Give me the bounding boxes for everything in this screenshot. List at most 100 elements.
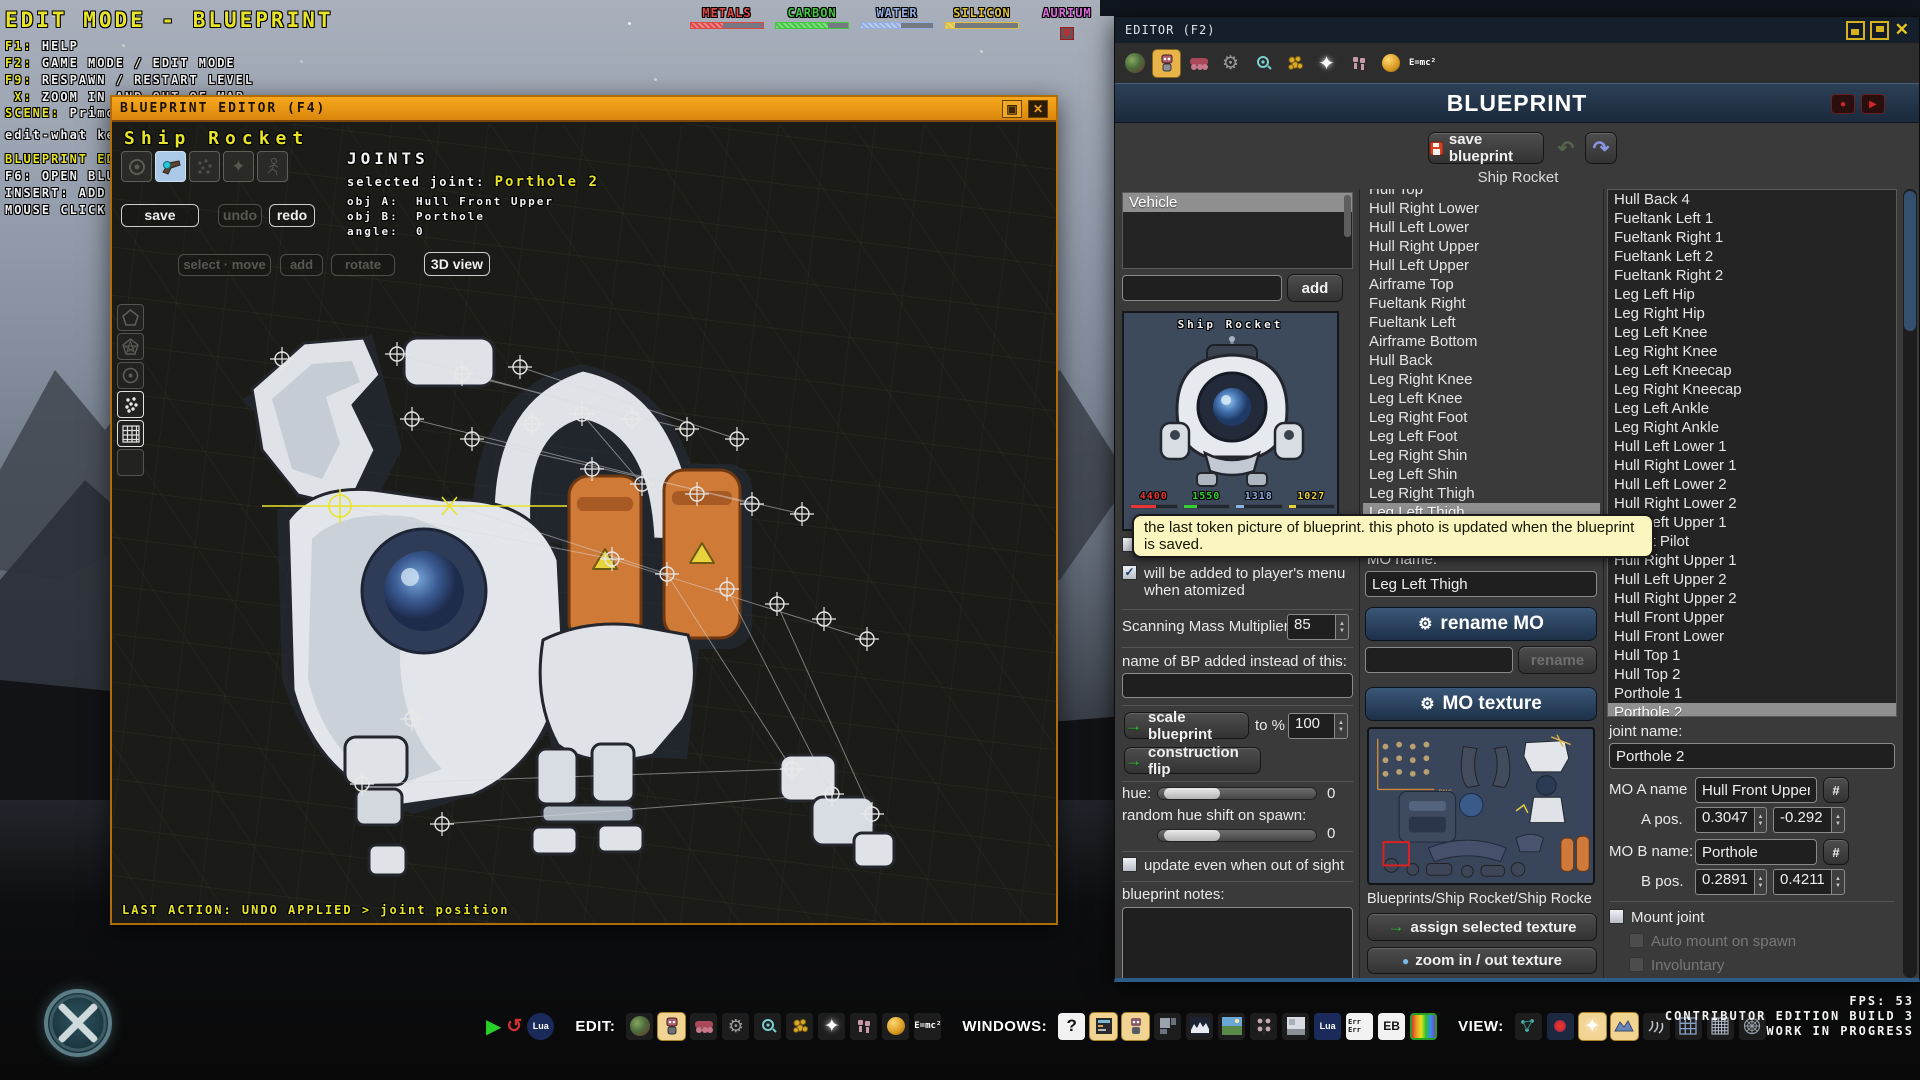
scanning-mass-stepper[interactable]: 85▲▼ [1287, 614, 1349, 640]
list-item[interactable]: Hull Right Lower [1363, 199, 1600, 218]
list-item[interactable]: Leg Left Knee [1608, 323, 1896, 342]
scale-blueprint-button[interactable]: →scale blueprint [1124, 712, 1249, 739]
atomized-checkbox-row[interactable]: ✓ will be added to player's menu when at… [1122, 565, 1352, 599]
list-item[interactable]: Hull Right Upper [1363, 237, 1600, 256]
listbox-scrollbar[interactable] [1344, 195, 1351, 237]
list-item[interactable]: Porthole 1 [1608, 684, 1896, 703]
tool-particles-icon[interactable] [189, 151, 220, 182]
close-icon[interactable]: ✕ [1895, 20, 1909, 40]
restore-icon[interactable]: ▣ [1002, 100, 1022, 118]
tool-joint-arm-icon[interactable] [155, 151, 186, 182]
scrollbar-thumb[interactable] [1904, 191, 1916, 331]
view-terrain-icon[interactable] [1611, 1013, 1638, 1040]
list-item[interactable]: Leg Right Knee [1608, 342, 1896, 361]
view-nodes-icon[interactable] [1515, 1013, 1542, 1040]
undo-button[interactable]: undo [218, 204, 262, 227]
list-item[interactable]: Leg Left Foot [1363, 427, 1600, 446]
list-item[interactable]: Hull Right Lower 1 [1608, 456, 1896, 475]
rename-mo-header[interactable]: ⚙rename MO [1365, 607, 1597, 641]
mo-b-hash-button[interactable]: # [1823, 839, 1849, 865]
burst-icon[interactable]: ✦ [1313, 50, 1340, 77]
dither-window-icon[interactable] [1282, 1013, 1309, 1040]
a-pos-x-stepper[interactable]: 0.3047▲▼ [1695, 807, 1767, 833]
zoom-texture-button[interactable]: ●zoom in / out texture [1367, 947, 1597, 974]
maximize-icon[interactable] [1870, 21, 1889, 40]
planet-icon[interactable] [1121, 50, 1148, 77]
gear-icon[interactable]: ⚙ [1217, 50, 1244, 77]
involuntary-row[interactable]: Involuntary [1629, 957, 1724, 974]
minimize-icon[interactable] [1846, 21, 1865, 40]
list-item[interactable]: Fueltank Left 1 [1608, 209, 1896, 228]
checkbox-icon[interactable] [1122, 857, 1137, 872]
list-item[interactable]: Vehicle [1123, 193, 1352, 212]
gold-icon[interactable] [1281, 50, 1308, 77]
edit-planet-icon[interactable] [626, 1013, 653, 1040]
mo-name-input[interactable] [1365, 571, 1597, 597]
lua-window-icon[interactable]: Lua [1314, 1013, 1341, 1040]
blueprint-notes-textarea[interactable] [1122, 907, 1353, 978]
update-out-of-sight-row[interactable]: update even when out of sight [1122, 857, 1357, 874]
mo-a-input[interactable] [1695, 777, 1817, 803]
save-blueprint-button[interactable]: save blueprint [1428, 132, 1544, 164]
tool-burst-icon[interactable]: ✦ [223, 151, 254, 182]
list-item[interactable]: Leg Right Foot [1363, 408, 1600, 427]
list-item[interactable]: Leg Left Kneecap [1608, 361, 1896, 380]
list-item[interactable]: Hull Front Lower [1608, 627, 1896, 646]
play-icon[interactable]: ▶ [486, 1014, 501, 1039]
orb-icon[interactable] [1377, 50, 1404, 77]
list-item[interactable]: Hull Top [1363, 189, 1600, 199]
list-item[interactable]: Leg Right Hip [1608, 304, 1896, 323]
faction-emblem[interactable] [44, 989, 112, 1057]
list-item[interactable]: Hull Right Lower 2 [1608, 494, 1896, 513]
edit-orb-icon[interactable] [882, 1013, 909, 1040]
texture-atlas-preview[interactable]: PNG [1367, 727, 1595, 885]
list-item[interactable]: Hull Left Lower 1 [1608, 437, 1896, 456]
mount-joint-row[interactable]: Mount joint [1609, 909, 1704, 926]
construction-flip-button[interactable]: →construction flip [1124, 747, 1261, 774]
group-listbox[interactable]: Vehicle [1122, 192, 1353, 269]
list-item[interactable]: Fueltank Left [1363, 313, 1600, 332]
list-item[interactable]: Leg Left Knee [1363, 389, 1600, 408]
mo-a-hash-button[interactable]: # [1823, 777, 1849, 803]
list-item[interactable]: Fueltank Right 2 [1608, 266, 1896, 285]
blueprint-editor-titlebar[interactable]: BLUEPRINT EDITOR (F4) ▣ ✕ [112, 97, 1056, 122]
checkbox-icon[interactable] [1609, 909, 1624, 924]
redo-button[interactable]: redo [269, 204, 315, 227]
undo-blueprint-icon[interactable]: ↶ [1551, 132, 1581, 164]
edit-node-icon[interactable] [754, 1013, 781, 1040]
joint-listbox[interactable]: Hull Back 4Fueltank Left 1 Fueltank Right… [1607, 189, 1897, 717]
robot-window-icon[interactable] [1122, 1013, 1149, 1040]
lua-icon[interactable]: Lua [527, 1013, 554, 1040]
save-button[interactable]: save [121, 204, 199, 227]
joint-name-input[interactable] [1609, 743, 1895, 769]
list-item[interactable]: Hull Left Lower [1363, 218, 1600, 237]
help-window-icon[interactable]: ? [1058, 1013, 1085, 1040]
mo-b-input[interactable] [1695, 839, 1817, 865]
list-item[interactable]: Leg Right Kneecap [1608, 380, 1896, 399]
list-item[interactable]: Leg Left Shin [1363, 465, 1600, 484]
auto-mount-row[interactable]: Auto mount on spawn [1629, 933, 1796, 950]
b-pos-x-stepper[interactable]: 0.2891▲▼ [1695, 869, 1767, 895]
rename-input[interactable] [1365, 647, 1513, 673]
scale-pct-stepper[interactable]: 100▲▼ [1288, 713, 1348, 739]
list-item[interactable]: Leg Left Ankle [1608, 399, 1896, 418]
edit-rover-icon[interactable] [690, 1013, 717, 1040]
list-item[interactable]: Hull Top 2 [1608, 665, 1896, 684]
record-icon[interactable]: ● [1831, 94, 1855, 114]
add-group-button[interactable]: add [1287, 274, 1343, 302]
list-item[interactable]: Hull Left Upper [1363, 256, 1600, 275]
rover-icon[interactable] [1185, 50, 1212, 77]
mo-texture-header[interactable]: ⚙MO texture [1365, 687, 1597, 721]
list-item[interactable]: Hull Front Upper [1608, 608, 1896, 627]
emc-icon[interactable]: E=mc² [1409, 50, 1436, 77]
list-item[interactable]: Fueltank Left 2 [1608, 247, 1896, 266]
blueprint-canvas[interactable] [112, 239, 1056, 904]
restart-icon[interactable]: ↺ [506, 1015, 522, 1038]
hue-shift-slider[interactable] [1157, 829, 1317, 842]
edit-robot-icon[interactable] [658, 1013, 685, 1040]
list-item[interactable]: Fueltank Right [1363, 294, 1600, 313]
palette-window-icon[interactable] [1410, 1013, 1437, 1040]
redo-blueprint-icon[interactable]: ↷ [1585, 132, 1617, 164]
list-item[interactable]: Hull Back 4 [1608, 190, 1896, 209]
hue-slider[interactable] [1157, 787, 1317, 800]
